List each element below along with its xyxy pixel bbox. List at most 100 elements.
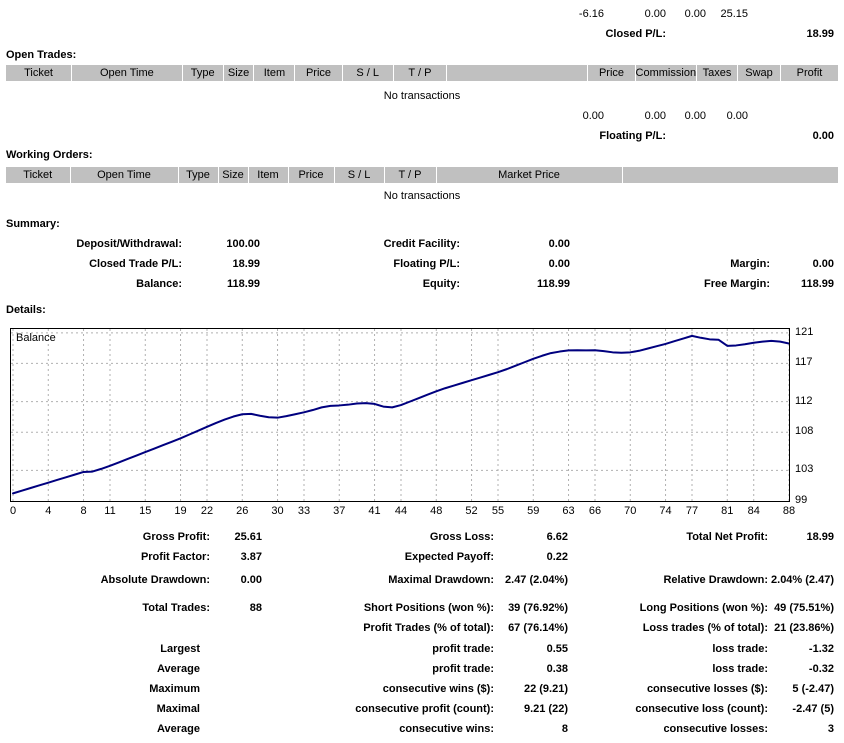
working-orders-empty-text: No transactions xyxy=(6,190,838,202)
open-tail-price: 0.00 xyxy=(552,110,604,122)
col-type[interactable]: Type xyxy=(182,65,223,82)
total-trades-value: 88 xyxy=(214,602,262,614)
x-tick-22: 22 xyxy=(201,505,213,517)
x-tick-15: 15 xyxy=(139,505,151,517)
summary-row-3: Balance: 118.99 Equity: 118.99 Free Marg… xyxy=(0,278,844,298)
closed-tail-taxes: 0.00 xyxy=(666,8,706,20)
x-tick-26: 26 xyxy=(236,505,248,517)
working-orders-caption: Working Orders: xyxy=(6,149,93,161)
balance-chart[interactable]: Balance xyxy=(10,328,790,502)
relative-drawdown-label: Relative Drawdown: xyxy=(600,574,768,586)
wo-col-spacer xyxy=(622,167,838,184)
x-tick-74: 74 xyxy=(659,505,671,517)
wo-col-tp[interactable]: T / P xyxy=(384,167,436,184)
working-orders-table: Ticket Open Time Type Size Item Price S … xyxy=(6,167,838,184)
open-trades-tail-values: 0.00 0.00 0.00 0.00 xyxy=(552,110,748,122)
col-commission[interactable]: Commission xyxy=(635,65,696,82)
y-tick-103: 103 xyxy=(795,463,813,475)
largest-loss-trade-label: loss trade: xyxy=(580,643,768,655)
relative-drawdown-value: 2.04% (2.47) xyxy=(754,574,834,586)
free-margin-value: 118.99 xyxy=(764,278,834,290)
x-tick-44: 44 xyxy=(395,505,407,517)
closed-trades-tail-values: -6.16 0.00 0.00 25.15 xyxy=(552,8,748,20)
col-close-price[interactable]: Price xyxy=(588,65,635,82)
col-taxes[interactable]: Taxes xyxy=(697,65,738,82)
margin-label: Margin: xyxy=(610,258,770,270)
closed-pl-label: Closed P/L: xyxy=(540,28,666,40)
wo-col-price[interactable]: Price xyxy=(288,167,334,184)
avg-consecutive-losses-label: consecutive losses: xyxy=(570,723,768,735)
largest-prefix: Largest xyxy=(60,643,200,655)
col-open-time[interactable]: Open Time xyxy=(72,65,183,82)
y-tick-121: 121 xyxy=(795,326,813,338)
working-orders-header-row: Ticket Open Time Type Size Item Price S … xyxy=(6,167,838,184)
x-tick-84: 84 xyxy=(748,505,760,517)
col-profit[interactable]: Profit xyxy=(781,65,838,82)
profit-factor-label: Profit Factor: xyxy=(60,551,210,563)
balance-label: Balance: xyxy=(30,278,182,290)
clipped-header-remnant xyxy=(262,0,382,2)
maximal-drawdown-label: Maximal Drawdown: xyxy=(330,574,494,586)
avg-consecutive-wins-label: consecutive wins: xyxy=(300,723,494,735)
open-trades-table: Ticket Open Time Type Size Item Price S … xyxy=(6,65,838,82)
long-positions-label: Long Positions (won %): xyxy=(580,602,768,614)
stats-row-2: Profit Factor: 3.87 Expected Payoff: 0.2… xyxy=(0,551,844,571)
stats-paired-row-1: Largest profit trade: 0.55 loss trade: -… xyxy=(0,643,844,663)
x-tick-33: 33 xyxy=(298,505,310,517)
largest-profit-trade-value: 0.55 xyxy=(490,643,568,655)
col-tp[interactable]: T / P xyxy=(393,65,446,82)
col-price[interactable]: Price xyxy=(295,65,342,82)
x-tick-70: 70 xyxy=(624,505,636,517)
open-trades-empty-text: No transactions xyxy=(6,90,838,102)
col-swap[interactable]: Swap xyxy=(738,65,781,82)
col-item[interactable]: Item xyxy=(254,65,295,82)
absolute-drawdown-value: 0.00 xyxy=(214,574,262,586)
stats-row-4: Total Trades: 88 Short Positions (won %)… xyxy=(0,602,844,622)
wo-col-size[interactable]: Size xyxy=(218,167,248,184)
stats-paired-row-5: Average consecutive wins: 8 consecutive … xyxy=(0,723,844,743)
stats-paired-row-4: Maximal consecutive profit (count): 9.21… xyxy=(0,703,844,723)
balance-value: 118.99 xyxy=(190,278,260,290)
wo-col-market-price[interactable]: Market Price xyxy=(436,167,622,184)
x-tick-4: 4 xyxy=(45,505,51,517)
x-tick-66: 66 xyxy=(589,505,601,517)
floating-pl-summary-label: Floating P/L: xyxy=(300,258,460,270)
absolute-drawdown-label: Absolute Drawdown: xyxy=(40,574,210,586)
stats-paired-row-3: Maximum consecutive wins ($): 22 (9.21) … xyxy=(0,683,844,703)
summary-caption: Summary: xyxy=(6,218,60,230)
max-consecutive-losses-label: consecutive losses ($): xyxy=(570,683,768,695)
maximal-drawdown-value: 2.47 (2.04%) xyxy=(490,574,568,586)
max-consecutive-losses-value: 5 (-2.47) xyxy=(754,683,834,695)
wo-col-ticket[interactable]: Ticket xyxy=(6,167,70,184)
x-tick-37: 37 xyxy=(333,505,345,517)
col-size[interactable]: Size xyxy=(223,65,254,82)
open-tail-swap: 0.00 xyxy=(706,110,748,122)
deposit-withdrawal-value: 100.00 xyxy=(190,238,260,250)
x-tick-63: 63 xyxy=(562,505,574,517)
summary-row-1: Deposit/Withdrawal: 100.00 Credit Facili… xyxy=(0,238,844,258)
long-positions-value: 49 (75.51%) xyxy=(754,602,834,614)
average-prefix: Average xyxy=(60,663,200,675)
equity-label: Equity: xyxy=(300,278,460,290)
wo-col-type[interactable]: Type xyxy=(178,167,218,184)
closed-pl-value: 18.99 xyxy=(744,28,834,40)
open-tail-commission: 0.00 xyxy=(604,110,666,122)
x-tick-30: 30 xyxy=(271,505,283,517)
col-sl[interactable]: S / L xyxy=(342,65,393,82)
closed-tail-commission: 0.00 xyxy=(604,8,666,20)
gross-loss-value: 6.62 xyxy=(500,531,568,543)
profit-trades-value: 67 (76.14%) xyxy=(490,622,568,634)
gross-profit-label: Gross Profit: xyxy=(60,531,210,543)
wo-col-item[interactable]: Item xyxy=(248,167,288,184)
gross-profit-value: 25.61 xyxy=(214,531,262,543)
x-tick-55: 55 xyxy=(492,505,504,517)
average-loss-trade-value: -0.32 xyxy=(754,663,834,675)
largest-profit-trade-label: profit trade: xyxy=(300,643,494,655)
wo-col-sl[interactable]: S / L xyxy=(334,167,384,184)
x-tick-81: 81 xyxy=(721,505,733,517)
wo-col-open-time[interactable]: Open Time xyxy=(70,167,178,184)
deposit-withdrawal-label: Deposit/Withdrawal: xyxy=(30,238,182,250)
col-ticket[interactable]: Ticket xyxy=(6,65,72,82)
closed-trade-pl-value: 18.99 xyxy=(190,258,260,270)
expected-payoff-label: Expected Payoff: xyxy=(330,551,494,563)
